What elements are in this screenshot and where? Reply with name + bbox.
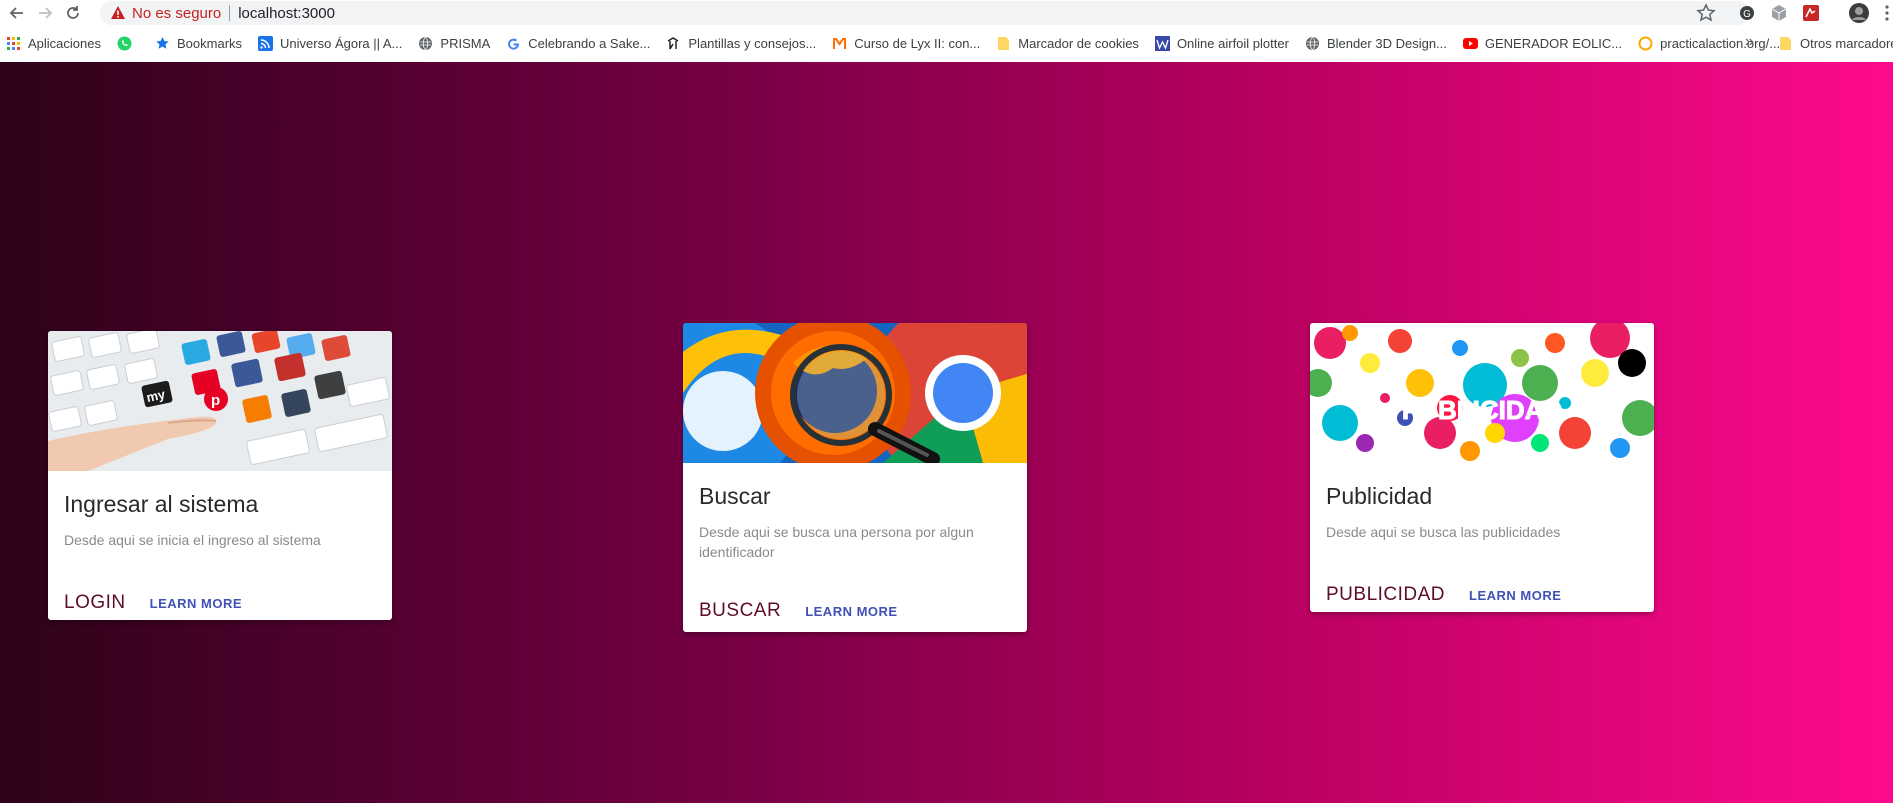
- globe-icon: [1305, 36, 1320, 51]
- bookmark-label: GENERADOR EOLIC...: [1484, 35, 1623, 51]
- bookmark-airfoil[interactable]: Online airfoil plotter: [1154, 35, 1289, 51]
- buscar-card: Buscar Desde aqui se busca una persona p…: [683, 323, 1027, 632]
- folder-icon: [1778, 36, 1793, 51]
- bookmark-label: PRISMA: [440, 35, 491, 51]
- bookmark-label: Online airfoil plotter: [1176, 35, 1289, 51]
- publicidad-button[interactable]: PUBLICIDAD: [1318, 578, 1453, 612]
- card-title: Buscar: [699, 483, 771, 509]
- page-background: my p Ingresar al sistema Desde aqui se i…: [0, 62, 1893, 803]
- card-description: Desde aqui se busca las publicidades: [1326, 524, 1561, 540]
- warning-icon: [111, 6, 125, 19]
- back-arrow-icon: [9, 7, 23, 19]
- bookmark-label: Aplicaciones: [28, 35, 101, 51]
- reload-button[interactable]: [62, 2, 84, 24]
- globe-icon: [418, 36, 433, 51]
- extension-red-icon: [1803, 5, 1819, 21]
- star-icon: [155, 36, 170, 51]
- google-icon: [506, 36, 521, 51]
- bookmark-label: Bookmarks: [177, 35, 243, 51]
- bookmark-apps[interactable]: Aplicaciones: [6, 36, 101, 51]
- login-card-image: my p: [48, 331, 392, 471]
- bookmark-label: Plantillas y consejos...: [688, 35, 817, 51]
- other-bookmarks-folder[interactable]: Otros marcadore: [1778, 30, 1893, 56]
- buscar-button[interactable]: BUSCAR: [691, 594, 789, 628]
- card-title: Publicidad: [1326, 483, 1433, 509]
- bookmark-bookmarks[interactable]: Bookmarks: [155, 36, 242, 51]
- whatsapp-icon: [117, 36, 132, 51]
- bookmark-universo-agora[interactable]: Universo Ágora || A...: [258, 35, 403, 51]
- social-keyboard-image: my p: [48, 331, 392, 471]
- circle-icon: [1638, 36, 1653, 51]
- login-card: my p Ingresar al sistema Desde aqui se i…: [48, 331, 392, 620]
- bookmark-whatsapp[interactable]: [117, 36, 139, 51]
- bookmark-marcador-cookies[interactable]: Marcador de cookies: [996, 36, 1139, 51]
- figure-icon: [666, 36, 681, 51]
- bookmark-label: Curso de Lyx II: con...: [854, 35, 981, 51]
- back-button[interactable]: [6, 2, 28, 24]
- bookmark-blender[interactable]: Blender 3D Design...: [1305, 36, 1447, 51]
- browsers-magnifier-image: [683, 323, 1027, 463]
- bookmark-label: Celebrando a Sake...: [528, 35, 651, 51]
- rss-icon: [258, 35, 274, 51]
- bookmark-label: practicalaction.org/...: [1660, 35, 1781, 51]
- buscar-card-image: [683, 323, 1027, 463]
- folder-icon: [996, 36, 1011, 51]
- youtube-icon: [1462, 36, 1478, 51]
- browser-toolbar: No es seguro localhost:3000 G: [0, 0, 1893, 26]
- card-title: Ingresar al sistema: [64, 491, 259, 517]
- card-actions: PUBLICIDAD LEARN MORE: [1310, 578, 1654, 612]
- apps-grid-icon: [6, 36, 21, 51]
- card-actions: LOGIN LEARN MORE: [48, 586, 392, 620]
- card-description: Desde aqui se inicia el ingreso al siste…: [64, 532, 321, 548]
- learn-more-button[interactable]: LEARN MORE: [142, 590, 250, 617]
- m-icon: [832, 36, 847, 51]
- bookmark-label: Marcador de cookies: [1018, 35, 1139, 51]
- bookmark-plantillas[interactable]: Plantillas y consejos...: [666, 36, 816, 51]
- bookmark-label: Universo Ágora || A...: [280, 35, 403, 51]
- bookmark-star-icon[interactable]: [1696, 3, 1716, 23]
- extension-button-2[interactable]: [1768, 2, 1790, 24]
- paint-splatter-image: PUBLICIDAD: [1310, 323, 1654, 463]
- reload-icon: [67, 6, 79, 19]
- extension-button-3[interactable]: [1800, 2, 1822, 24]
- learn-more-button[interactable]: LEARN MORE: [797, 598, 905, 625]
- card-description: Desde aqui se busca una persona por algu…: [699, 524, 974, 560]
- bookmark-generador-eolico[interactable]: GENERADOR EOLIC...: [1462, 35, 1623, 51]
- publicidad-card-image: PUBLICIDAD: [1310, 323, 1654, 463]
- other-bookmarks-label: Otros marcadore: [1800, 35, 1893, 51]
- extension-button-1[interactable]: G: [1736, 2, 1758, 24]
- avatar-icon: [1849, 3, 1869, 23]
- address-bar[interactable]: No es seguro localhost:3000: [100, 1, 1750, 25]
- bookmark-curso-lyx[interactable]: Curso de Lyx II: con...: [832, 36, 980, 51]
- forward-arrow-icon: [39, 7, 53, 19]
- bookmarks-bar: Aplicaciones Bookmarks Universo Ágora ||…: [0, 30, 1893, 56]
- bookmark-celebrando[interactable]: Celebrando a Sake...: [506, 36, 650, 51]
- login-button[interactable]: LOGIN: [56, 586, 134, 620]
- chrome-menu-button[interactable]: [1882, 2, 1892, 24]
- kebab-menu-icon: [1885, 5, 1889, 21]
- svg-text:G: G: [1743, 9, 1751, 20]
- bookmark-prisma[interactable]: PRISMA: [418, 36, 490, 51]
- bookmarks-overflow-button[interactable]: »: [1745, 33, 1754, 51]
- security-status[interactable]: No es seguro: [132, 5, 221, 22]
- extension-cube-icon: [1771, 5, 1787, 21]
- omnibox-divider: [229, 5, 231, 21]
- w-icon: [1154, 35, 1170, 51]
- card-actions: BUSCAR LEARN MORE: [683, 594, 1027, 628]
- bookmark-label: Blender 3D Design...: [1326, 35, 1447, 51]
- bookmark-practicalaction[interactable]: practicalaction.org/...: [1638, 36, 1780, 51]
- learn-more-button[interactable]: LEARN MORE: [1461, 582, 1569, 609]
- publicidad-image-text: PUBLICIDAD: [1402, 395, 1562, 425]
- url-text[interactable]: localhost:3000: [238, 5, 335, 22]
- forward-button[interactable]: [34, 2, 56, 24]
- extension-shield-icon: G: [1740, 6, 1754, 20]
- publicidad-card: PUBLICIDAD Publicidad Desde aqui se busc…: [1310, 323, 1654, 612]
- profile-avatar[interactable]: [1846, 0, 1872, 26]
- svg-text:p: p: [211, 392, 220, 409]
